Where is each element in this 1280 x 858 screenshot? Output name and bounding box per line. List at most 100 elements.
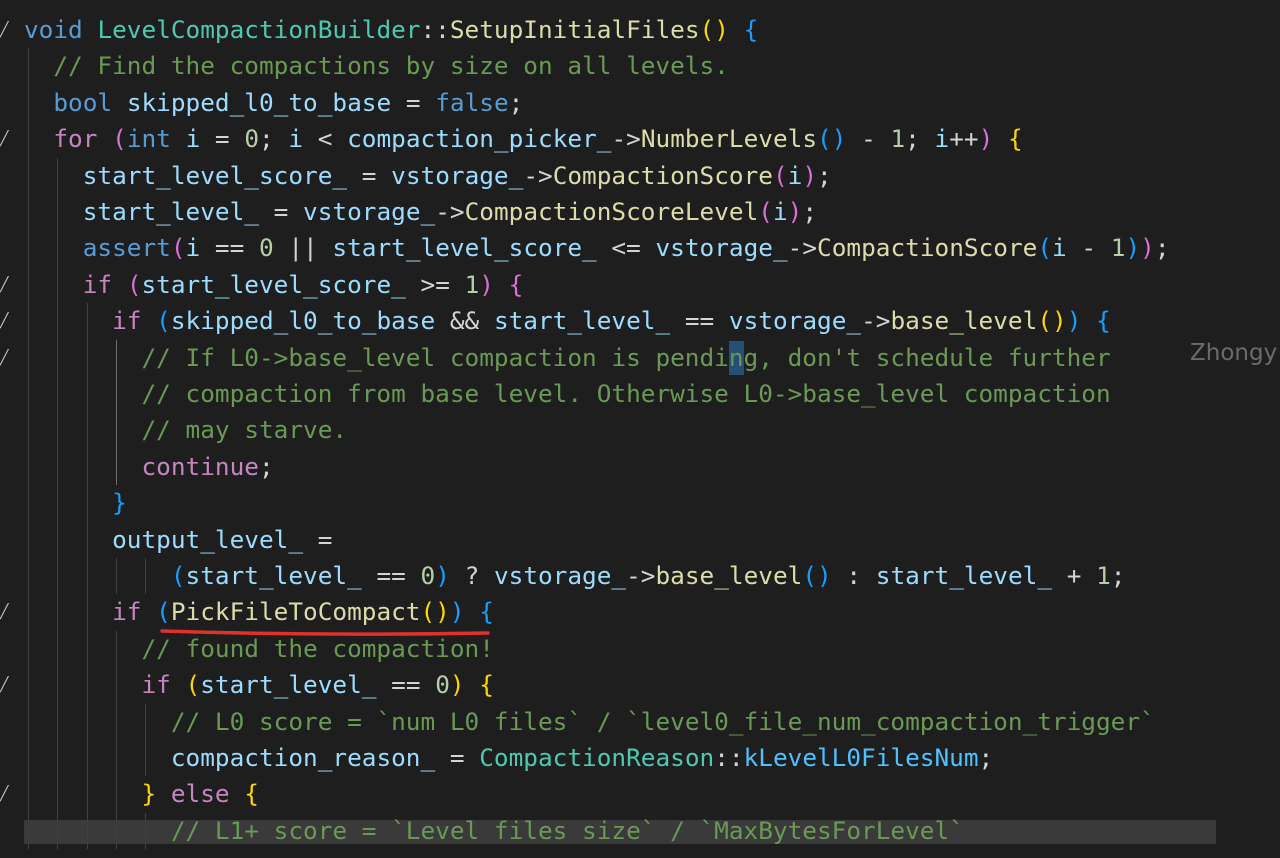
code-token: 1	[1096, 561, 1111, 590]
fold-chevron-icon[interactable]: ╱	[0, 340, 14, 376]
code-line[interactable]: // L1+ score = `Level files size` / `Max…	[0, 813, 1280, 849]
code-line[interactable]: ╱ if (start_level_ == 0) {	[0, 667, 1280, 703]
code-token: ->	[611, 124, 641, 154]
code-text: // compaction from base level. Otherwise…	[24, 376, 1110, 412]
code-token: )	[1125, 233, 1141, 263]
code-token: start_level_score_	[141, 269, 406, 299]
code-line[interactable]: // Find the compactions by size on all l…	[0, 48, 1280, 84]
code-token: compaction_picker_	[347, 124, 612, 154]
git-blame-annotation: Zhongy	[1190, 340, 1278, 366]
code-line[interactable]: ╱ for (int i = 0; i < compaction_picker_…	[0, 121, 1280, 157]
code-token: )	[1140, 233, 1155, 263]
fold-chevron-icon[interactable]: ╱	[0, 776, 14, 812]
code-token: compaction_reason_	[170, 743, 436, 772]
fold-chevron-icon[interactable]: ╱	[0, 121, 14, 157]
code-token: (	[758, 197, 773, 226]
code-token: ==	[200, 233, 259, 263]
code-token: start_level_score_	[332, 233, 597, 263]
code-line[interactable]: ╱ if (PickFileToCompact()) {	[0, 594, 1280, 630]
code-token: (	[185, 670, 201, 700]
code-line[interactable]: compaction_reason_ = CompactionReason::k…	[0, 740, 1280, 776]
code-token: continue	[141, 451, 259, 481]
code-line[interactable]: ╱ if (start_level_score_ >= 1) {	[0, 267, 1280, 303]
code-token: ()	[1037, 306, 1067, 336]
code-text: for (int i = 0; i < compaction_picker_->…	[24, 121, 1022, 157]
code-text: // may starve.	[24, 412, 347, 448]
code-token: i	[772, 197, 788, 226]
code-token: // L0 score = `num L0 files` / `level0_f…	[170, 706, 1155, 736]
code-token: 1	[1110, 233, 1126, 263]
code-token: i	[1052, 233, 1067, 263]
code-token: 0	[420, 561, 436, 590]
code-line[interactable]: (start_level_ == 0) ? vstorage_->base_le…	[0, 558, 1280, 594]
code-line[interactable]: // compaction from base level. Otherwise…	[0, 376, 1280, 412]
code-token: start_level_	[493, 306, 671, 336]
code-line[interactable]: start_level_score_ = vstorage_->Compacti…	[0, 158, 1280, 194]
code-text: output_level_ =	[24, 522, 332, 558]
code-token: if	[141, 670, 171, 700]
code-line[interactable]: ╱ void LevelCompactionBuilder::SetupIniti…	[0, 12, 1280, 48]
red-underline-annotation	[160, 629, 490, 636]
code-token: {	[244, 779, 259, 809]
code-line[interactable]: bool skipped_l0_to_base = false;	[0, 85, 1280, 121]
fold-chevron-icon[interactable]: ╱	[0, 594, 14, 630]
code-token: =	[258, 197, 304, 226]
code-token: vstorage_	[303, 197, 436, 226]
code-token: NumberLevels	[640, 124, 818, 154]
fold-chevron-icon[interactable]: ╱	[0, 303, 14, 339]
code-editor[interactable]: ╱ void LevelCompactionBuilder::SetupIniti…	[0, 0, 1280, 858]
code-token: skipped_l0_to_base	[170, 306, 436, 336]
code-token: base_level	[890, 306, 1038, 336]
code-line[interactable]: assert(i == 0 || start_level_score_ <= v…	[0, 230, 1280, 266]
code-line[interactable]: }	[0, 485, 1280, 521]
fold-chevron-icon[interactable]: ╱	[0, 667, 14, 703]
code-text: start_level_ = vstorage_->CompactionScor…	[24, 194, 817, 230]
code-token: 0	[244, 124, 259, 154]
code-token: // If L0->base_level compaction is pendi…	[141, 342, 1111, 372]
code-token: for	[53, 124, 98, 154]
code-token: (	[156, 597, 171, 627]
code-token: ()	[420, 597, 450, 627]
code-token: )	[435, 561, 450, 590]
code-token: void	[24, 15, 83, 44]
code-token: // L1+ score = `Level files size` / `Max…	[170, 815, 964, 845]
code-token: (	[112, 124, 127, 154]
code-line[interactable]: continue;	[0, 449, 1280, 485]
code-token: i	[185, 124, 201, 154]
code-token: <	[303, 124, 348, 154]
fold-chevron-icon[interactable]: ╱	[0, 267, 14, 303]
code-token: ->	[435, 197, 465, 226]
code-token: vstorage_	[391, 160, 524, 190]
code-token: ;	[508, 87, 524, 117]
code-token: }	[141, 779, 157, 809]
code-line[interactable]: output_level_ =	[0, 522, 1280, 558]
code-token: =	[391, 87, 436, 117]
code-token: start_level_	[200, 670, 377, 700]
code-token: start_level_score_	[82, 160, 348, 190]
code-token: =	[435, 743, 480, 772]
code-line[interactable]: // may starve.	[0, 412, 1280, 448]
code-token: -	[846, 124, 891, 154]
code-token: (	[126, 269, 142, 299]
fold-chevron-icon[interactable]: ╱	[0, 12, 14, 48]
code-line[interactable]: start_level_ = vstorage_->CompactionScor…	[0, 194, 1280, 230]
code-token: {	[479, 670, 494, 700]
code-line[interactable]: ╱ if (skipped_l0_to_base && start_level_…	[0, 303, 1280, 339]
code-line[interactable]: ╱ // If L0->base_level compaction is pen…	[0, 340, 1280, 376]
code-token: ->	[861, 306, 891, 336]
code-token: i	[787, 160, 803, 190]
code-token: skipped_l0_to_base	[126, 87, 392, 117]
code-token: ;	[802, 197, 818, 226]
code-token: +	[1052, 561, 1097, 590]
code-line[interactable]: ╱ } else {	[0, 776, 1280, 812]
code-line[interactable]: // L0 score = `num L0 files` / `level0_f…	[0, 704, 1280, 740]
code-token: start_level_	[875, 561, 1053, 590]
